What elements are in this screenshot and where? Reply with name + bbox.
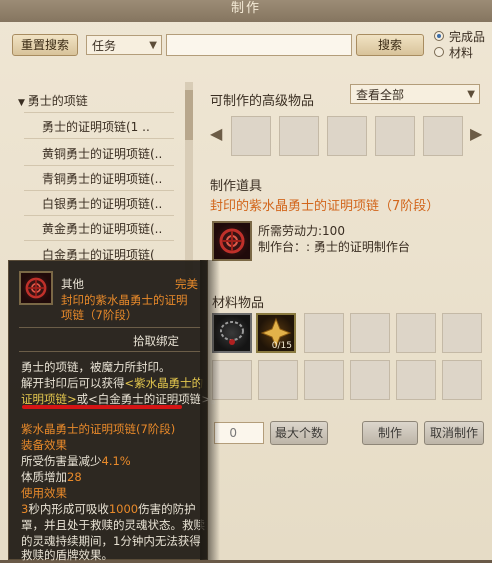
search-input[interactable] xyxy=(166,34,352,56)
view-filter-dropdown[interactable]: 查看全部 ▼ xyxy=(350,84,480,104)
tooltip-effect-1: 所受伤害量减少4.1% xyxy=(21,453,131,469)
labor-cost: 所需劳动力:100 xyxy=(258,224,345,238)
tooltip-effect-1a: 所受伤害量减少 xyxy=(21,454,102,468)
arrow-left-icon[interactable]: ◀ xyxy=(210,124,222,143)
material-slot[interactable] xyxy=(442,313,482,353)
arrow-right-icon[interactable]: ▶ xyxy=(470,124,482,143)
tooltip-effect-2a: 体质增加 xyxy=(21,470,67,484)
divider xyxy=(24,138,174,139)
scrollbar-thumb[interactable] xyxy=(185,90,193,140)
material-slot[interactable] xyxy=(442,360,482,400)
tooltip-use-4: 救赎的盾牌效果。 xyxy=(21,548,113,562)
necklace-icon xyxy=(19,271,53,305)
knot-emblem-icon xyxy=(219,228,245,254)
tooltip-desc-2: 解开封印后可以获得<紫水晶勇士的 xyxy=(21,375,203,391)
radio-completed-label: 完成品 xyxy=(449,30,486,44)
material-slot[interactable] xyxy=(304,313,344,353)
tooltip-effect-1b: 4.1% xyxy=(101,454,131,468)
tooltip-use-1c: 1000 xyxy=(108,502,139,516)
tooltip-use-1d: 伤害的防护 xyxy=(138,502,196,516)
tree-category[interactable]: ▼ 勇士的项链 xyxy=(18,92,88,109)
divider xyxy=(24,112,174,113)
chevron-down-icon: ▼ xyxy=(149,40,157,51)
tree-item[interactable]: 黄金勇士的证明项链(.. xyxy=(42,220,162,237)
material-slot[interactable] xyxy=(258,360,298,400)
advanced-slot[interactable] xyxy=(231,116,271,156)
divider xyxy=(24,240,174,241)
advanced-slot[interactable] xyxy=(279,116,319,156)
material-count: 0/15 xyxy=(271,341,292,351)
radio-material-label: 材料 xyxy=(449,46,474,60)
reset-search-button[interactable]: 重置搜索 xyxy=(12,34,78,56)
material-slot[interactable] xyxy=(396,360,436,400)
window-title: 制作 xyxy=(0,0,492,22)
divider xyxy=(19,327,201,328)
item-tooltip: 其他 完美 封印的紫水晶勇士的证明 项链（7阶段） 拾取绑定 勇士的项链，被魔力… xyxy=(8,260,222,562)
tooltip-equip-header: 装备效果 xyxy=(21,438,67,452)
tooltip-use-header: 使用效果 xyxy=(21,486,67,500)
tree-item[interactable]: 青铜勇士的证明项链(.. xyxy=(42,170,162,187)
divider xyxy=(24,215,174,216)
advanced-slot[interactable] xyxy=(375,116,415,156)
chevron-down-icon: ▼ xyxy=(467,89,475,100)
tree-item[interactable]: 白银勇士的证明项链(.. xyxy=(42,195,162,212)
craft-station: 制作台：: 勇士的证明制作台 xyxy=(258,240,410,254)
divider xyxy=(24,165,174,166)
tooltip-use-2: 罩，并且处于救赎的灵魂状态。救赎 xyxy=(21,518,205,532)
tooltip-quality: 完美 xyxy=(175,277,198,291)
tree-scrollbar[interactable] xyxy=(185,82,193,282)
triangle-down-icon: ▼ xyxy=(18,98,28,108)
tooltip-use-1: 3秒内形成可吸收1000伤害的防护 xyxy=(21,501,196,517)
tooltip-desc-1: 勇士的项链，被魔力所封印。 xyxy=(21,360,171,374)
gold-ore-icon[interactable]: 0/15 xyxy=(256,313,296,353)
material-slot[interactable] xyxy=(350,313,390,353)
advanced-slot[interactable] xyxy=(327,116,367,156)
red-underline-annotation xyxy=(22,405,182,409)
max-quantity-button[interactable]: 最大个数 xyxy=(270,421,328,445)
tooltip-result-name: 紫水晶勇士的证明项链(7阶段) xyxy=(21,422,176,436)
material-slot[interactable] xyxy=(396,313,436,353)
craft-section-label: 制作道具 xyxy=(210,179,263,194)
tooltip-desc-2a: 解开封印后可以获得 xyxy=(21,376,125,390)
material-slot[interactable] xyxy=(304,360,344,400)
necklace-icon[interactable] xyxy=(212,221,252,261)
tree-item[interactable]: 勇士的证明项链(1 .. xyxy=(42,118,150,135)
knot-emblem-icon xyxy=(25,277,47,299)
tree-category-label: 勇士的项链 xyxy=(27,94,88,108)
tree-item[interactable]: 黄铜勇士的证明项链(.. xyxy=(42,145,162,162)
tooltip-desc-2b: <紫水晶勇士的 xyxy=(124,376,204,390)
tooltip-effect-2: 体质增加28 xyxy=(21,469,82,485)
craft-button[interactable]: 制作 xyxy=(362,421,418,445)
tooltip-use-1b: 秒内形成可吸收 xyxy=(28,502,109,516)
craft-item-name: 封印的紫水晶勇士的证明项链（7阶段） xyxy=(210,199,440,214)
torn-edge xyxy=(200,260,220,560)
search-button[interactable]: 搜索 xyxy=(356,34,424,56)
material-slot[interactable] xyxy=(350,360,390,400)
cancel-craft-button[interactable]: 取消制作 xyxy=(424,421,484,445)
divider xyxy=(19,351,201,352)
task-filter-value: 任务 xyxy=(92,39,117,53)
tooltip-item-name-2: 项链（7阶段） xyxy=(61,308,138,322)
tooltip-category: 其他 xyxy=(61,277,84,291)
advanced-items-title: 可制作的高级物品 xyxy=(210,94,315,109)
divider xyxy=(24,190,174,191)
task-filter-dropdown[interactable]: 任务 ▼ xyxy=(86,35,162,55)
quantity-input[interactable]: 0 xyxy=(214,422,264,444)
advanced-slot[interactable] xyxy=(423,116,463,156)
tooltip-desc-3a: 证明项链> xyxy=(21,392,77,406)
tooltip-bind: 拾取绑定 xyxy=(133,334,179,348)
radio-completed[interactable] xyxy=(434,31,444,41)
tooltip-effect-2b: 28 xyxy=(67,470,82,484)
radio-material[interactable] xyxy=(434,47,444,57)
view-filter-value: 查看全部 xyxy=(356,88,405,102)
tooltip-item-name: 封印的紫水晶勇士的证明 xyxy=(61,293,188,307)
